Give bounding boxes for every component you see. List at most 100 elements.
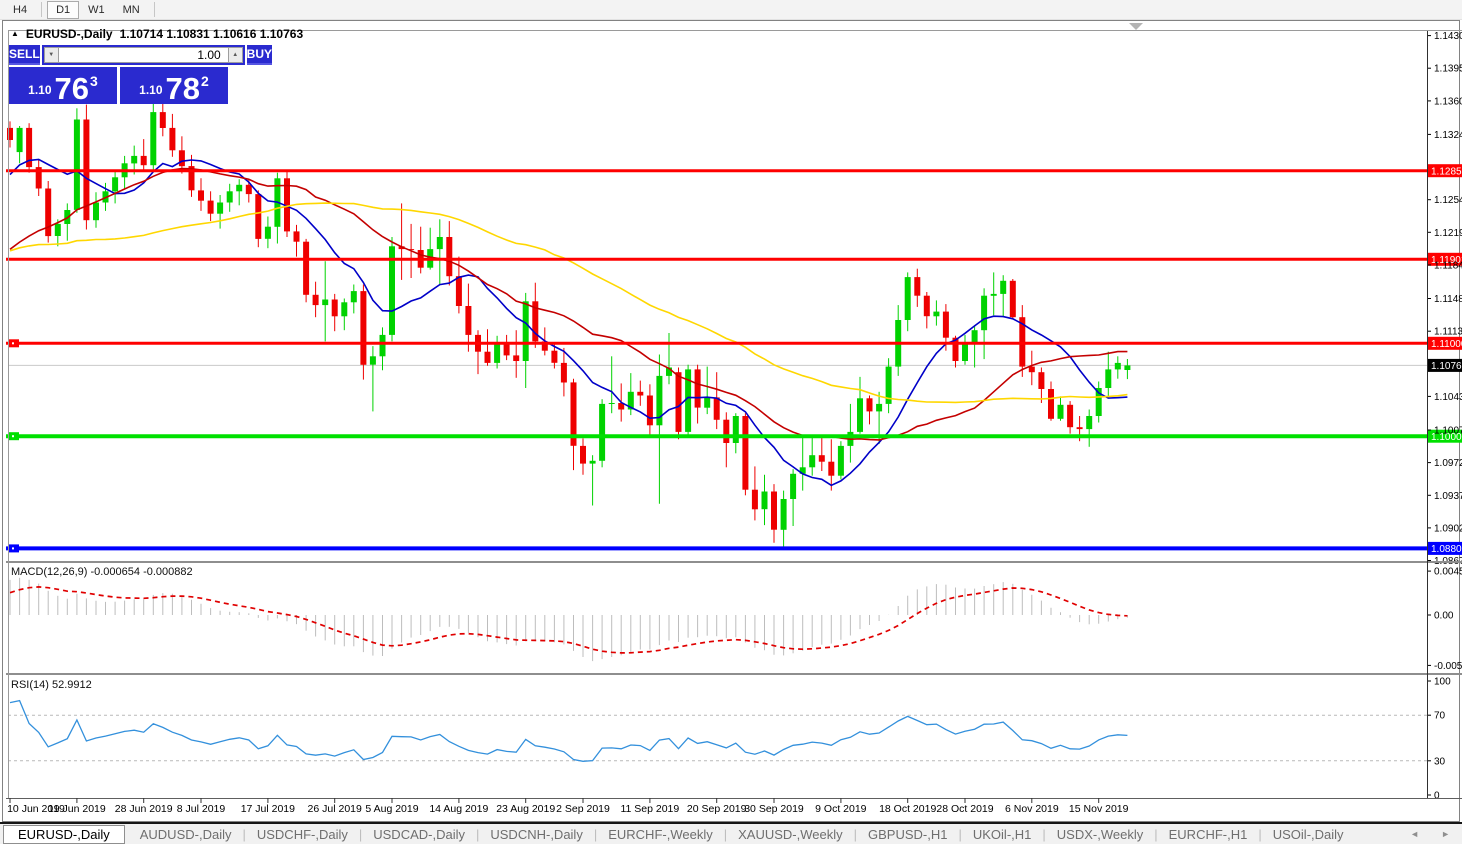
candle-body — [867, 398, 873, 411]
price-axis-label: 1.12540 — [1434, 195, 1462, 206]
candle-body — [933, 312, 939, 317]
date-axis-label: 15 Nov 2019 — [1069, 803, 1129, 815]
candle-body — [828, 462, 834, 476]
candlesticks — [7, 100, 1130, 549]
candle-body — [1010, 281, 1016, 317]
candle-body — [55, 224, 61, 236]
chart-title: ▲ EURUSD-,Daily 1.10714 1.10831 1.10616 … — [11, 27, 303, 41]
date-axis-label: 19 Jun 2019 — [48, 803, 106, 815]
candle-body — [704, 397, 710, 407]
candle-body — [341, 302, 347, 316]
candle-body — [590, 461, 596, 464]
timeframe-button-h4[interactable]: H4 — [4, 1, 36, 19]
candle-body — [1038, 372, 1044, 389]
tab-audusd-daily[interactable]: AUDUSD-,Daily — [129, 827, 243, 842]
timeframe-button-w1[interactable]: W1 — [79, 1, 114, 19]
candle-body — [914, 277, 920, 296]
candle-body — [561, 363, 567, 383]
rsi-axis-label: 70 — [1434, 711, 1446, 722]
tab-eurchf-h1[interactable]: EURCHF-,H1 — [1158, 827, 1259, 842]
date-axis-label: 9 Oct 2019 — [815, 803, 867, 815]
candle-body — [781, 499, 787, 530]
axis-price-tag-label: 1.11000 — [1431, 339, 1462, 350]
candle-body — [1048, 389, 1054, 419]
toolbar-separator — [154, 2, 155, 17]
candle-body — [236, 185, 242, 192]
chart-shift-marker-icon[interactable] — [1129, 23, 1143, 30]
price-axis-label: 1.14300 — [1434, 31, 1462, 42]
macd-axis-label: 0.00 — [1434, 611, 1454, 622]
sell-price-big: 76 — [55, 75, 89, 102]
candle-body — [991, 294, 997, 296]
date-axis-label: 11 Sep 2019 — [620, 803, 679, 815]
buy-price-display[interactable]: 1.10 78 2 — [120, 67, 228, 104]
pane-separator[interactable] — [6, 673, 1462, 675]
price-axis-label: 1.10070 — [1434, 425, 1462, 436]
volume-decrease-icon[interactable]: ▼ — [44, 47, 59, 63]
date-axis-label: 23 Aug 2019 — [496, 803, 555, 815]
chart-canvas[interactable]: 1.128511.119011.110001.100031.088001.107… — [6, 22, 1462, 820]
tab-usdcnh-daily[interactable]: USDCNH-,Daily — [479, 827, 593, 842]
candle-body — [981, 296, 987, 331]
candle-body — [150, 112, 156, 165]
candle-body — [169, 128, 175, 150]
candle-body — [141, 156, 147, 165]
candle-body — [1029, 367, 1035, 373]
rsi-axis-label: 30 — [1434, 756, 1446, 767]
tab-ukoil-h1[interactable]: UKOil-,H1 — [962, 827, 1043, 842]
candle-body — [303, 242, 309, 295]
collapse-arrow-icon[interactable]: ▲ — [11, 29, 19, 38]
volume-increase-icon[interactable]: ▲ — [228, 47, 243, 63]
candle-body — [1086, 416, 1092, 429]
tab-eurchf-weekly[interactable]: EURCHF-,Weekly — [597, 827, 724, 842]
tab-usdchf-daily[interactable]: USDCHF-,Daily — [246, 827, 359, 842]
candle-body — [819, 455, 825, 462]
price-axis-label: 1.10430 — [1434, 392, 1462, 403]
date-axis-label: 6 Nov 2019 — [1005, 803, 1059, 815]
tab-usdcad-daily[interactable]: USDCAD-,Daily — [362, 827, 476, 842]
candle-body — [876, 404, 882, 412]
candle-body — [742, 416, 748, 490]
candle-body — [809, 455, 815, 467]
ma-line-medium — [10, 169, 1127, 440]
candle-body — [723, 420, 729, 443]
candle-body — [7, 128, 13, 140]
macd-signal-line — [10, 587, 1127, 653]
one-click-trading-panel: SELL ▼ ▲ BUY 1.10 76 3 1.10 78 2 — [9, 45, 228, 104]
timeframe-button-mn[interactable]: MN — [114, 1, 149, 19]
macd-axis-label: -0.005205 — [1434, 661, 1462, 672]
level-line-handle-dot — [12, 547, 14, 549]
sell-price-display[interactable]: 1.10 76 3 — [9, 67, 117, 104]
candle-body — [580, 446, 586, 464]
buy-button[interactable]: BUY — [247, 45, 272, 65]
price-axis-label: 1.13950 — [1434, 64, 1462, 75]
pane-separator[interactable] — [6, 561, 1462, 563]
candle-body — [1115, 363, 1121, 370]
tabs-scroll-left-icon[interactable]: ◄ — [1410, 829, 1419, 839]
ma-line-slow — [10, 203, 1127, 402]
candle-body — [494, 343, 500, 363]
candle-body — [609, 403, 615, 404]
candle-body — [752, 490, 758, 510]
candle-body — [676, 372, 682, 432]
candle-body — [637, 392, 643, 396]
buy-price-prefix: 1.10 — [139, 83, 162, 97]
candle-body — [160, 112, 166, 128]
sell-button[interactable]: SELL — [9, 45, 40, 65]
tab-usdx-weekly[interactable]: USDX-,Weekly — [1046, 827, 1154, 842]
toolbar-separator — [41, 2, 42, 17]
tab-usoil-daily[interactable]: USOil-,Daily — [1262, 827, 1355, 842]
volume-input[interactable] — [59, 47, 228, 63]
candle-body — [446, 237, 452, 276]
tabs-scroll-right-icon[interactable]: ► — [1441, 829, 1450, 839]
date-axis-label: 26 Jul 2019 — [308, 803, 362, 815]
tab-gbpusd-h1[interactable]: GBPUSD-,H1 — [857, 827, 958, 842]
candle-body — [1105, 369, 1111, 388]
tab-xauusd-weekly[interactable]: XAUUSD-,Weekly — [727, 827, 854, 842]
timeframe-button-d1[interactable]: D1 — [47, 1, 79, 19]
date-axis-label: 14 Aug 2019 — [429, 803, 488, 815]
symbol-tabs: EURUSD-,DailyAUDUSD-,Daily|USDCHF-,Daily… — [3, 825, 1355, 844]
tab-eurusd-daily[interactable]: EURUSD-,Daily — [3, 825, 125, 844]
buy-price-big: 78 — [166, 75, 200, 102]
sell-price-pipette: 3 — [90, 73, 98, 89]
